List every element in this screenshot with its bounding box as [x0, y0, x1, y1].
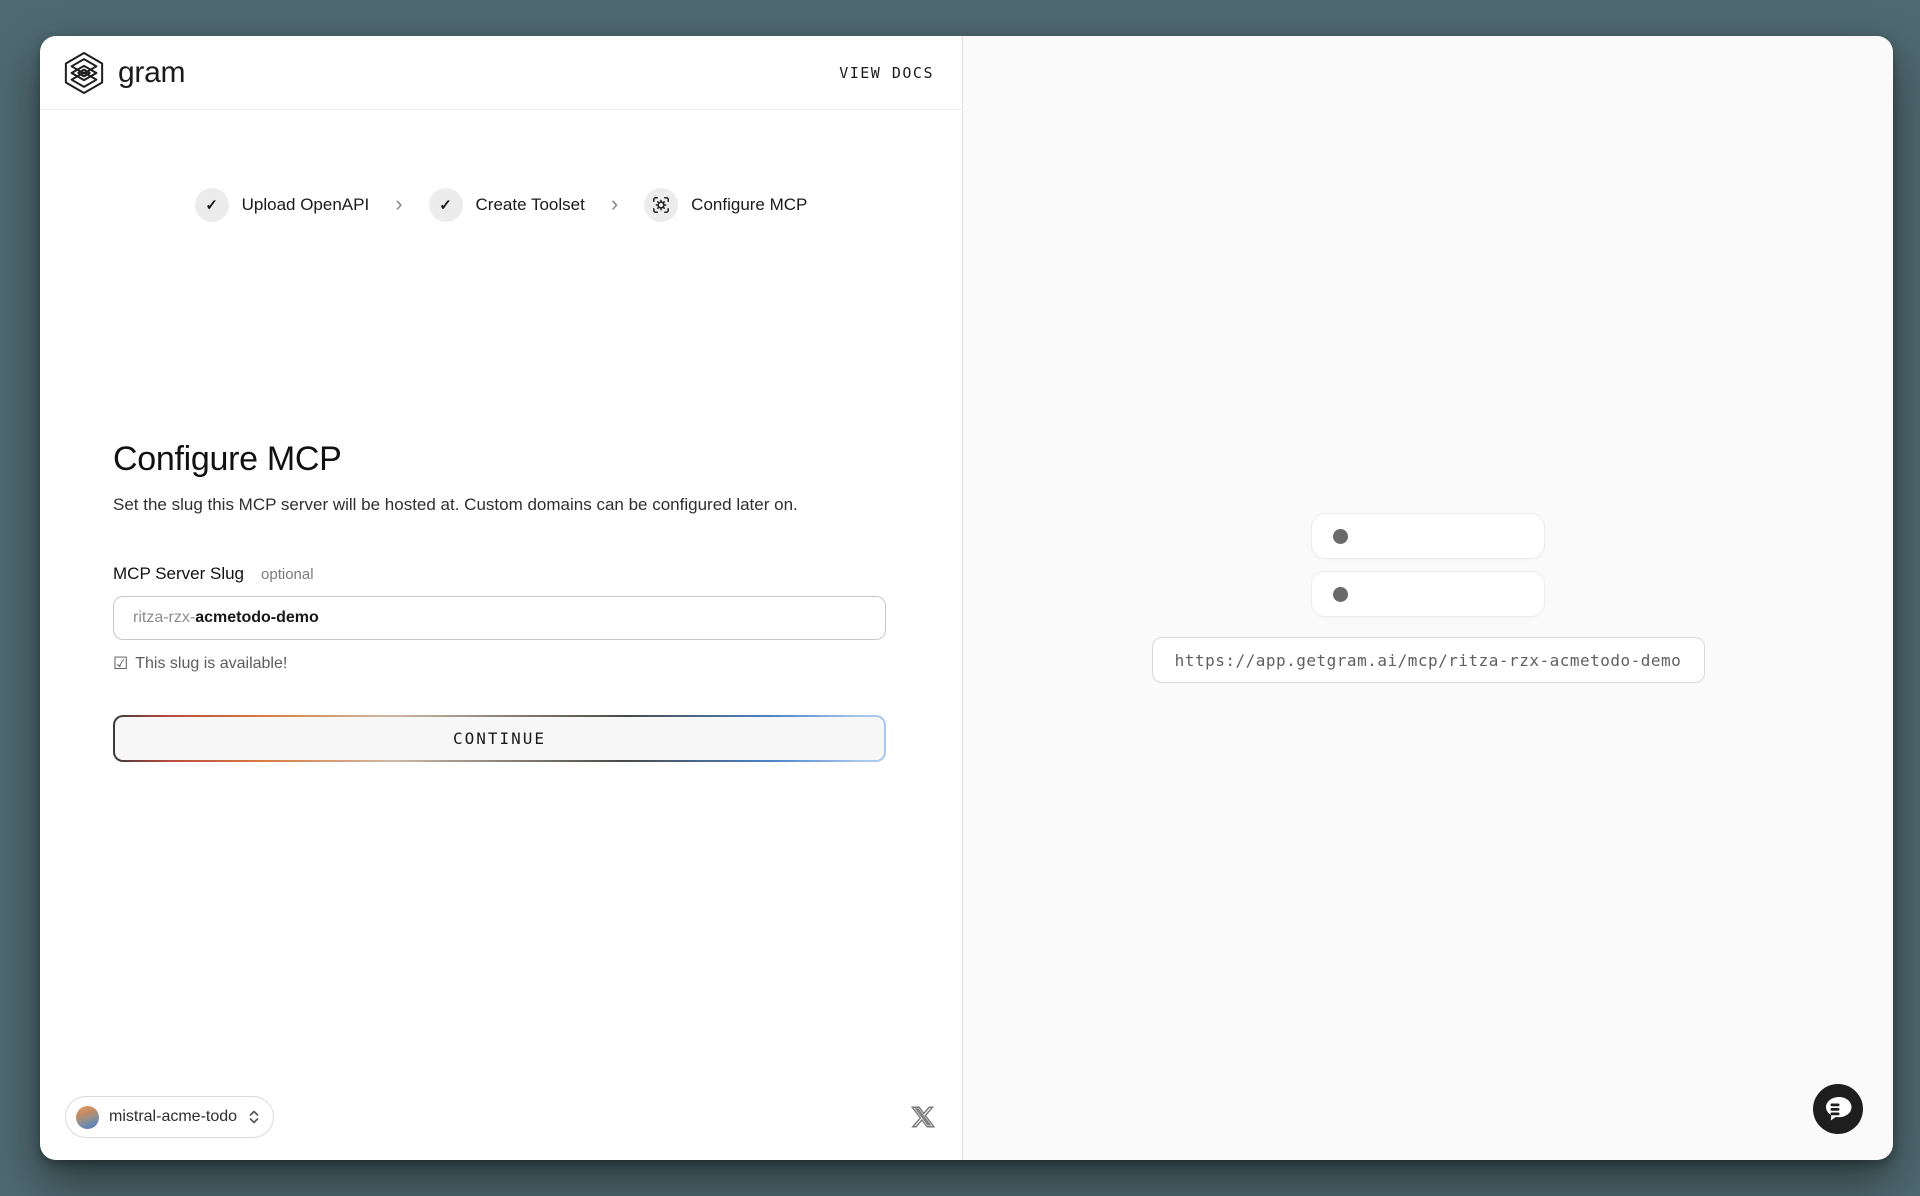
configure-panel: gram VIEW DOCS ✓ Upload OpenAPI › ✓ Crea… — [40, 36, 963, 1160]
x-logo-icon — [911, 1105, 935, 1129]
chevron-updown-icon — [247, 1109, 261, 1125]
x-social-link[interactable] — [911, 1105, 935, 1129]
step-upload-openapi[interactable]: ✓ Upload OpenAPI — [195, 188, 370, 222]
stepper: ✓ Upload OpenAPI › ✓ Create Toolset › — [40, 188, 962, 222]
page-title: Configure MCP — [113, 440, 886, 479]
checkbox-checked-icon: ☑ — [113, 654, 128, 674]
chevron-right-icon: › — [611, 193, 618, 218]
availability-message: This slug is available! — [135, 655, 287, 673]
app-header: gram VIEW DOCS — [40, 36, 962, 110]
mcp-slug-input[interactable]: ritza-rzx-acmetodo-demo — [113, 596, 886, 640]
check-icon: ✓ — [439, 196, 452, 214]
dot-icon — [1333, 587, 1348, 602]
project-selector[interactable]: mistral-acme-todo — [65, 1096, 274, 1138]
project-avatar — [76, 1106, 99, 1129]
chat-widget-button[interactable] — [1813, 1084, 1863, 1134]
step-label: Configure MCP — [691, 195, 807, 215]
configure-gear-icon — [651, 195, 671, 215]
brand-wordmark: gram — [118, 56, 185, 90]
preview-row — [1311, 571, 1545, 617]
mcp-server-url: https://app.getgram.ai/mcp/ritza-rzx-acm… — [1152, 637, 1705, 683]
check-icon: ✓ — [205, 196, 218, 214]
slug-field-label: MCP Server Slug — [113, 564, 244, 584]
slug-prefix: ritza-rzx- — [133, 609, 195, 627]
step-label: Upload OpenAPI — [242, 195, 370, 215]
preview-panel: https://app.getgram.ai/mcp/ritza-rzx-acm… — [963, 36, 1893, 1160]
onboarding-window: gram VIEW DOCS ✓ Upload OpenAPI › ✓ Crea… — [40, 36, 1893, 1160]
mcp-preview-illustration: https://app.getgram.ai/mcp/ritza-rzx-acm… — [963, 513, 1893, 683]
project-selector-value: mistral-acme-todo — [109, 1108, 237, 1126]
step-complete-circle: ✓ — [429, 188, 463, 222]
step-current-circle — [644, 188, 678, 222]
dot-icon — [1333, 529, 1348, 544]
slug-field-label-row: MCP Server Slug optional — [113, 564, 886, 584]
brand: gram — [63, 51, 185, 95]
continue-button[interactable]: CONTINUE — [113, 715, 886, 762]
step-complete-circle: ✓ — [195, 188, 229, 222]
step-label: Create Toolset — [476, 195, 585, 215]
chevron-right-icon: › — [395, 193, 402, 218]
continue-button-label[interactable]: CONTINUE — [115, 717, 884, 760]
slug-value: acmetodo-demo — [195, 609, 319, 627]
preview-row — [1311, 513, 1545, 559]
chat-bubble-icon — [1813, 1084, 1863, 1134]
page-description: Set the slug this MCP server will be hos… — [113, 495, 886, 515]
step-configure-mcp[interactable]: Configure MCP — [644, 188, 807, 222]
slug-availability-status: ☑ This slug is available! — [113, 654, 886, 674]
step-create-toolset[interactable]: ✓ Create Toolset — [429, 188, 585, 222]
gram-logo-icon — [63, 51, 105, 95]
configure-form: Configure MCP Set the slug this MCP serv… — [113, 440, 886, 762]
optional-badge: optional — [261, 566, 314, 583]
panel-footer: mistral-acme-todo — [65, 1096, 935, 1138]
view-docs-link[interactable]: VIEW DOCS — [839, 64, 934, 82]
